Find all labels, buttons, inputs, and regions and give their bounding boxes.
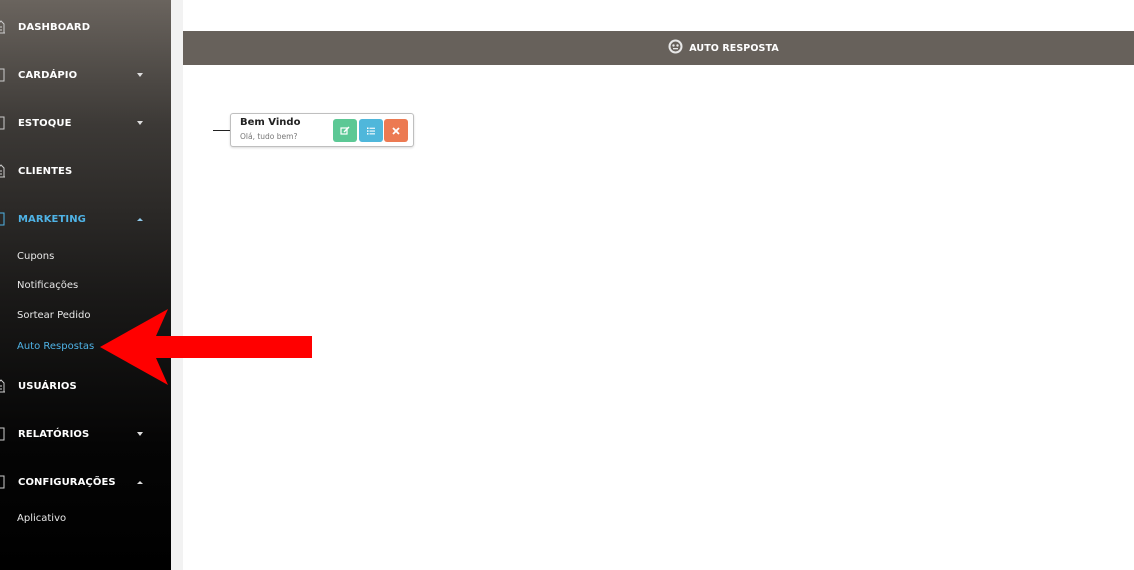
sidebar-item-dashboard[interactable]: DASHBOARD bbox=[0, 12, 171, 42]
sidebar: DASHBOARD CARDÁPIO ESTOQUE CLIENTES MARK… bbox=[0, 0, 183, 570]
edit-icon bbox=[340, 126, 350, 135]
sidebar-subitem-aplicativo[interactable]: Aplicativo bbox=[17, 513, 66, 524]
building-icon bbox=[0, 20, 5, 34]
sidebar-item-clientes[interactable]: CLIENTES bbox=[0, 156, 171, 186]
sidebar-item-cardapio[interactable]: CARDÁPIO bbox=[0, 60, 171, 90]
report-icon bbox=[0, 427, 5, 441]
building-icon bbox=[0, 164, 5, 178]
menu-book-icon bbox=[0, 68, 5, 82]
red-arrow-annotation bbox=[100, 309, 312, 385]
chevron-down-icon bbox=[137, 73, 143, 77]
sidebar-item-marketing[interactable]: MARKETING bbox=[0, 204, 171, 234]
sidebar-item-relatorios[interactable]: RELATÓRIOS bbox=[0, 419, 171, 449]
sidebar-item-label: CONFIGURAÇÕES bbox=[18, 476, 116, 488]
sidebar-subitem-sortear-pedido[interactable]: Sortear Pedido bbox=[17, 310, 91, 321]
building-icon bbox=[0, 379, 5, 393]
page-header-bar: AUTO RESPOSTA bbox=[183, 31, 1134, 65]
delete-button[interactable] bbox=[384, 119, 408, 142]
sidebar-item-estoque[interactable]: ESTOQUE bbox=[0, 108, 171, 138]
sidebar-item-label: MARKETING bbox=[18, 213, 86, 225]
list-icon bbox=[367, 127, 375, 135]
close-icon bbox=[392, 126, 400, 135]
chevron-up-icon bbox=[137, 480, 143, 484]
sidebar-item-label: USUÁRIOS bbox=[18, 380, 77, 392]
list-button[interactable] bbox=[359, 119, 383, 142]
sidebar-item-label: DASHBOARD bbox=[18, 21, 91, 33]
sidebar-subitem-cupons[interactable]: Cupons bbox=[17, 251, 54, 262]
sidebar-item-label: CLIENTES bbox=[18, 165, 73, 177]
robot-icon bbox=[668, 39, 683, 58]
card-subtitle: Olá, tudo bem? bbox=[240, 132, 298, 141]
chevron-down-icon bbox=[137, 432, 143, 436]
sidebar-subitem-auto-respostas[interactable]: Auto Respostas bbox=[17, 341, 94, 352]
card-title: Bem Vindo bbox=[240, 117, 301, 128]
auto-response-card: Bem Vindo Olá, tudo bem? bbox=[230, 113, 414, 147]
sidebar-item-configuracoes[interactable]: CONFIGURAÇÕES bbox=[0, 467, 171, 497]
sidebar-item-label: RELATÓRIOS bbox=[18, 428, 90, 440]
box-icon bbox=[0, 116, 5, 130]
settings-icon bbox=[0, 475, 5, 489]
chevron-down-icon bbox=[137, 121, 143, 125]
marketing-icon bbox=[0, 212, 5, 226]
edit-button[interactable] bbox=[333, 119, 357, 142]
page-title: AUTO RESPOSTA bbox=[689, 42, 779, 54]
sidebar-item-label: CARDÁPIO bbox=[18, 69, 78, 81]
sidebar-item-label: ESTOQUE bbox=[18, 117, 72, 129]
sidebar-subitem-notificacoes[interactable]: Notificações bbox=[17, 280, 78, 291]
flow-connector-line bbox=[213, 130, 231, 131]
chevron-up-icon bbox=[137, 217, 143, 221]
